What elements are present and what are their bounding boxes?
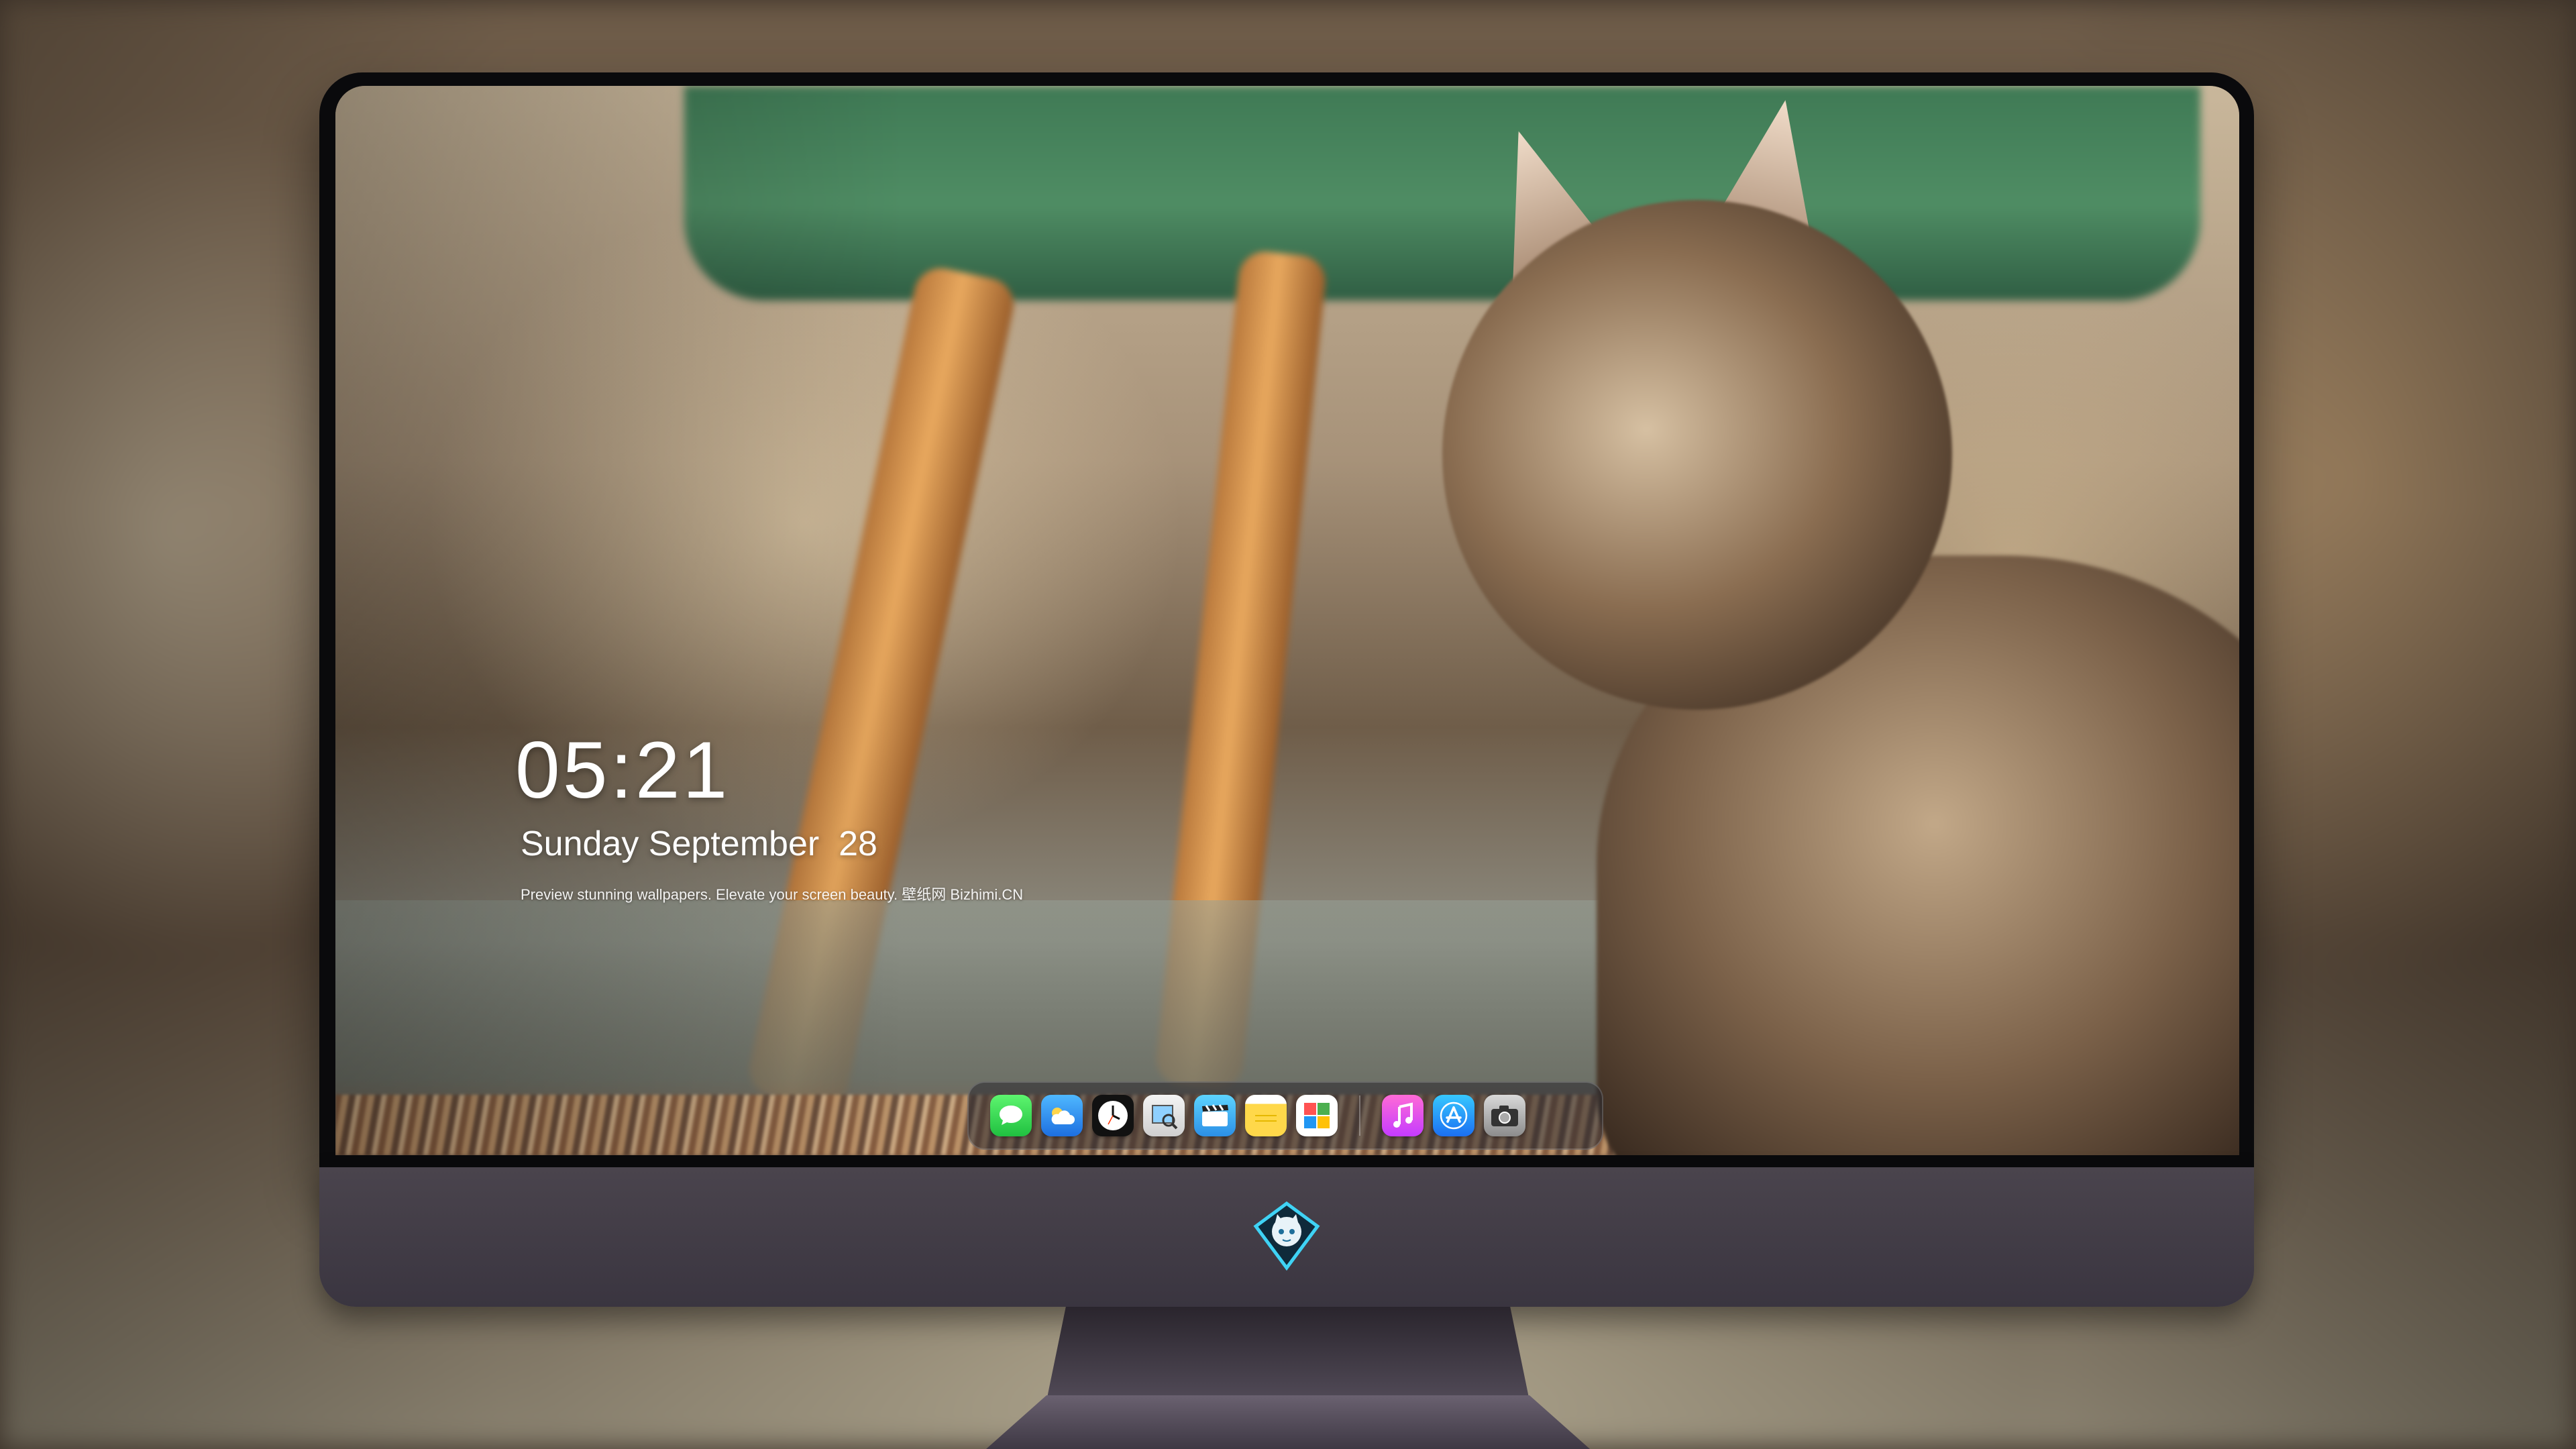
camera-icon[interactable]	[1484, 1095, 1525, 1136]
photo-booth-icon[interactable]	[1296, 1095, 1338, 1136]
lock-screen-date: Sunday September 28	[521, 824, 877, 863]
notes-icon[interactable]	[1245, 1095, 1287, 1136]
brand-logo-icon	[1252, 1201, 1322, 1271]
lock-screen-time: 05:21	[515, 725, 731, 815]
clock-icon[interactable]	[1092, 1095, 1134, 1136]
app-store-icon[interactable]	[1433, 1095, 1474, 1136]
dock	[967, 1081, 1603, 1150]
weather-icon[interactable]	[1041, 1095, 1083, 1136]
clips-icon[interactable]	[1194, 1095, 1236, 1136]
dock-separator	[1359, 1095, 1360, 1136]
preview-icon[interactable]	[1143, 1095, 1185, 1136]
music-icon[interactable]	[1382, 1095, 1424, 1136]
monitor-screen: 05:21 Sunday September 28 Preview stunni…	[335, 86, 2239, 1155]
monitor-stand-neck	[1046, 1307, 1529, 1401]
wallpaper-shade	[335, 86, 2239, 1155]
lock-screen-tagline: Preview stunning wallpapers. Elevate you…	[521, 886, 1024, 903]
messages-icon[interactable]	[990, 1095, 1032, 1136]
monitor-stand-base	[986, 1395, 1590, 1449]
